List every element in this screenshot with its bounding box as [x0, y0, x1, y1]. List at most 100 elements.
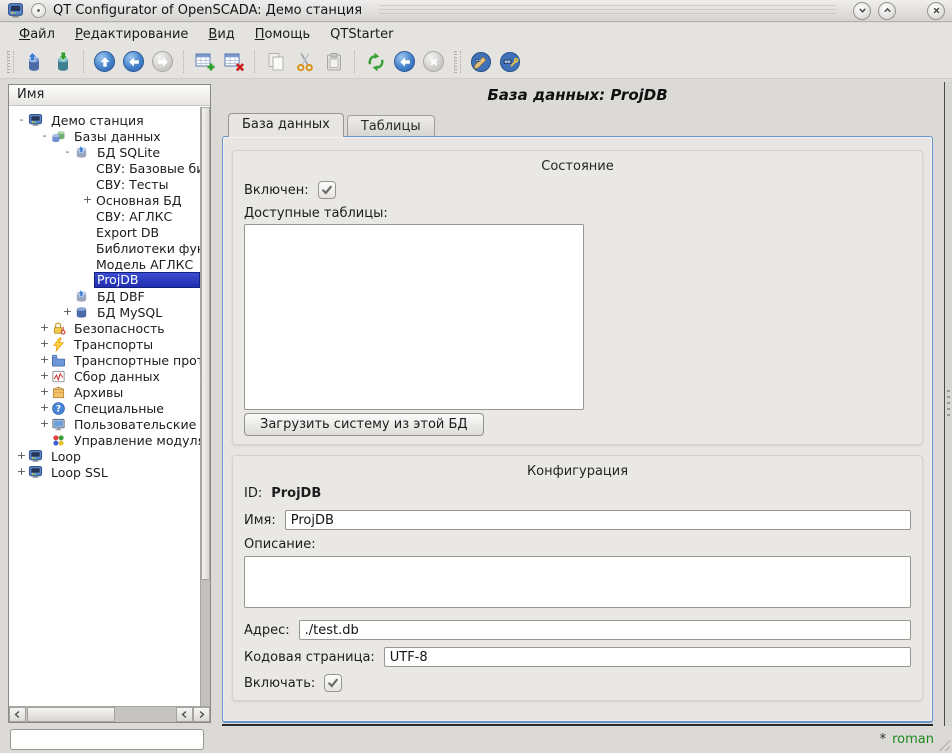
expander-icon[interactable]: +: [38, 417, 51, 431]
enabled-checkbox[interactable]: [318, 181, 336, 199]
tree-item-demo-station[interactable]: - Демо станция: [9, 112, 200, 128]
scrollbar-track[interactable]: [115, 707, 176, 722]
load-from-db-icon[interactable]: [19, 48, 48, 76]
expander-icon[interactable]: +: [38, 369, 51, 383]
tree-item[interactable]: + Основная БД: [9, 192, 200, 208]
up-icon[interactable]: [90, 48, 119, 76]
cut-item-icon[interactable]: [290, 48, 319, 76]
qt-vision-icon[interactable]: [495, 48, 524, 76]
expander-icon[interactable]: +: [38, 353, 51, 367]
tree-item-security[interactable]: + Безопасность: [9, 320, 200, 336]
folder-icon: [51, 353, 68, 368]
expander-icon[interactable]: -: [38, 129, 51, 143]
tree-item-label: Loop: [49, 449, 200, 464]
expander-icon[interactable]: +: [38, 321, 51, 335]
delete-item-icon[interactable]: [219, 48, 248, 76]
tree-item[interactable]: Модель АГЛКС: [9, 256, 200, 272]
shade-button[interactable]: [853, 2, 871, 20]
tree-item-archives[interactable]: + Архивы: [9, 384, 200, 400]
stop-updating-icon[interactable]: [419, 48, 448, 76]
load-system-button[interactable]: Загрузить систему из этой БД: [244, 413, 484, 436]
app-icon: [7, 2, 24, 19]
tree-item-label: Базы данных: [72, 129, 200, 144]
enabled-label: Включен:: [244, 183, 309, 198]
expander-icon[interactable]: +: [15, 465, 28, 479]
menu-edit[interactable]: Редактирование: [65, 25, 198, 44]
tree-vertical-scrollbar[interactable]: [200, 107, 210, 706]
tree-item[interactable]: СВУ: Тесты: [9, 176, 200, 192]
id-label: ID:: [244, 486, 262, 501]
scrollbar-thumb[interactable]: [27, 707, 115, 722]
expander-icon[interactable]: -: [15, 113, 28, 127]
tab-database[interactable]: База данных: [228, 113, 344, 137]
scroll-left-icon[interactable]: [176, 707, 193, 722]
tree-item-loop[interactable]: + Loop: [9, 448, 200, 464]
tables-list[interactable]: [244, 224, 584, 410]
paste-item-icon[interactable]: [319, 48, 348, 76]
tab-bar: База данных Таблицы: [228, 112, 438, 136]
svg-text:?: ?: [56, 404, 61, 414]
to-enable-checkbox[interactable]: [324, 674, 342, 692]
expander-icon[interactable]: +: [38, 401, 51, 415]
right-dock-splitter[interactable]: [944, 82, 952, 726]
start-updating-icon[interactable]: [390, 48, 419, 76]
tree-item-transports[interactable]: + Транспорты: [9, 336, 200, 352]
tree-item-daq[interactable]: + Сбор данных: [9, 368, 200, 384]
tree-item-db-sqlite[interactable]: - БД SQLite: [9, 144, 200, 160]
expander-icon[interactable]: +: [38, 385, 51, 399]
tree-item[interactable]: СВУ: Базовые библиотеки: [9, 160, 200, 176]
menu-qtstarter[interactable]: QTStarter: [320, 25, 403, 44]
tree-item-user-interfaces[interactable]: + Пользовательские интерфейсы: [9, 416, 200, 432]
databases-icon: [51, 129, 68, 144]
expander-icon[interactable]: +: [15, 449, 28, 463]
maximize-button[interactable]: [878, 2, 896, 20]
menu-file[interactable]: Файл: [9, 25, 65, 44]
add-item-icon[interactable]: [190, 48, 219, 76]
resize-grip[interactable]: [936, 737, 950, 751]
expander-icon[interactable]: +: [61, 305, 74, 319]
address-input[interactable]: [299, 620, 911, 640]
panel-splitter[interactable]: [212, 84, 221, 726]
tree-item-projdb[interactable]: ProjDB: [9, 272, 200, 288]
menu-view[interactable]: Вид: [198, 25, 244, 44]
toolbar-handle[interactable]: [454, 51, 461, 73]
to-enable-label: Включать:: [244, 676, 315, 691]
copy-item-icon[interactable]: [261, 48, 290, 76]
tree-item[interactable]: Export DB: [9, 224, 200, 240]
scrollbar-thumb[interactable]: [201, 107, 210, 580]
tree-item-db-mysql[interactable]: + БД MySQL: [9, 304, 200, 320]
tab-tables[interactable]: Таблицы: [347, 115, 435, 136]
expander-icon[interactable]: +: [38, 337, 51, 351]
qt-configurator-icon[interactable]: [466, 48, 495, 76]
menu-help[interactable]: Помощь: [245, 25, 320, 44]
tree-item-loop-ssl[interactable]: + Loop SSL: [9, 464, 200, 480]
forward-icon[interactable]: [148, 48, 177, 76]
tree-item-databases[interactable]: - Базы данных: [9, 128, 200, 144]
tree-item-module-management[interactable]: Управление модулями: [9, 432, 200, 448]
expander-icon[interactable]: +: [81, 193, 94, 207]
name-input[interactable]: [285, 510, 911, 530]
tree-item-special[interactable]: + ? Специальные: [9, 400, 200, 416]
close-button[interactable]: [927, 2, 945, 20]
expander-icon[interactable]: -: [61, 145, 74, 159]
tree-item-label: Основная БД: [94, 193, 200, 208]
tree-header: Имя: [9, 85, 210, 106]
scroll-left-icon[interactable]: [9, 707, 26, 722]
tree-item[interactable]: Библиотеки функций: [9, 240, 200, 256]
toolbar-handle[interactable]: [7, 51, 14, 73]
tree-item-protocols[interactable]: + Транспортные протоколы: [9, 352, 200, 368]
tree-item[interactable]: СВУ: АГЛКС: [9, 208, 200, 224]
tree-item-label: Loop SSL: [49, 465, 200, 480]
chart-icon: [51, 369, 68, 384]
back-icon[interactable]: [119, 48, 148, 76]
codepage-input[interactable]: [384, 647, 911, 667]
tree-item-label: ProjDB: [94, 272, 200, 288]
scroll-right-icon[interactable]: [193, 707, 210, 722]
refresh-icon[interactable]: [361, 48, 390, 76]
tree-horizontal-scrollbar[interactable]: [9, 706, 210, 722]
save-to-db-icon[interactable]: [48, 48, 77, 76]
description-textarea[interactable]: [244, 556, 911, 608]
pin-button[interactable]: [31, 3, 46, 18]
tree-item-db-dbf[interactable]: БД DBF: [9, 288, 200, 304]
tree-item-label: Специальные: [72, 401, 200, 416]
